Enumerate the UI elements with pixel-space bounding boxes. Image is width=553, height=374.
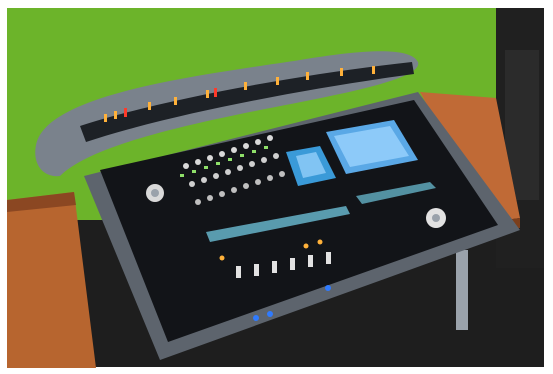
led	[192, 170, 196, 173]
knob	[279, 171, 285, 177]
right-desk-leg	[456, 250, 468, 330]
knob	[183, 163, 189, 169]
knob	[273, 153, 279, 159]
blue-button	[253, 315, 259, 321]
meter-led	[124, 108, 127, 117]
amber-button	[317, 239, 323, 245]
amber-button	[219, 255, 225, 261]
knob	[219, 191, 225, 197]
knob	[255, 179, 261, 185]
amber-button	[303, 243, 309, 249]
left-jog-wheel-center	[151, 189, 159, 197]
fader-cap	[236, 266, 241, 278]
meter-led	[340, 68, 343, 76]
knob	[249, 161, 255, 167]
knob	[195, 159, 201, 165]
knob	[267, 175, 273, 181]
knob	[231, 187, 237, 193]
knob	[213, 173, 219, 179]
knob	[231, 147, 237, 153]
knob	[189, 181, 195, 187]
led	[228, 158, 232, 161]
meter-led	[276, 77, 279, 85]
blue-button	[325, 285, 331, 291]
knob	[201, 177, 207, 183]
knob	[243, 183, 249, 189]
fader-cap	[290, 258, 295, 270]
meter-led	[104, 114, 107, 122]
fader-cap	[326, 252, 331, 264]
knob	[195, 199, 201, 205]
knob	[243, 143, 249, 149]
fader-cap	[308, 255, 313, 267]
fader-cap	[254, 264, 259, 276]
meter-led	[306, 72, 309, 80]
blue-button	[267, 311, 273, 317]
led	[180, 174, 184, 177]
meter-led	[174, 97, 177, 105]
knob	[255, 139, 261, 145]
knob	[219, 151, 225, 157]
meter-led	[206, 90, 209, 98]
led	[240, 154, 244, 157]
knob	[237, 165, 243, 171]
console-photo-scene	[0, 0, 553, 374]
knob	[261, 157, 267, 163]
meter-led	[114, 111, 117, 119]
meter-led	[244, 82, 247, 90]
meter-led	[148, 102, 151, 110]
meter-led	[372, 66, 375, 74]
led	[252, 150, 256, 153]
knob	[225, 169, 231, 175]
right-jog-wheel-center	[432, 214, 440, 222]
knob	[267, 135, 273, 141]
led	[216, 162, 220, 165]
led	[264, 146, 268, 149]
fader-cap	[272, 261, 277, 273]
knob	[207, 195, 213, 201]
led	[204, 166, 208, 169]
knob	[207, 155, 213, 161]
meter-led	[214, 88, 217, 97]
